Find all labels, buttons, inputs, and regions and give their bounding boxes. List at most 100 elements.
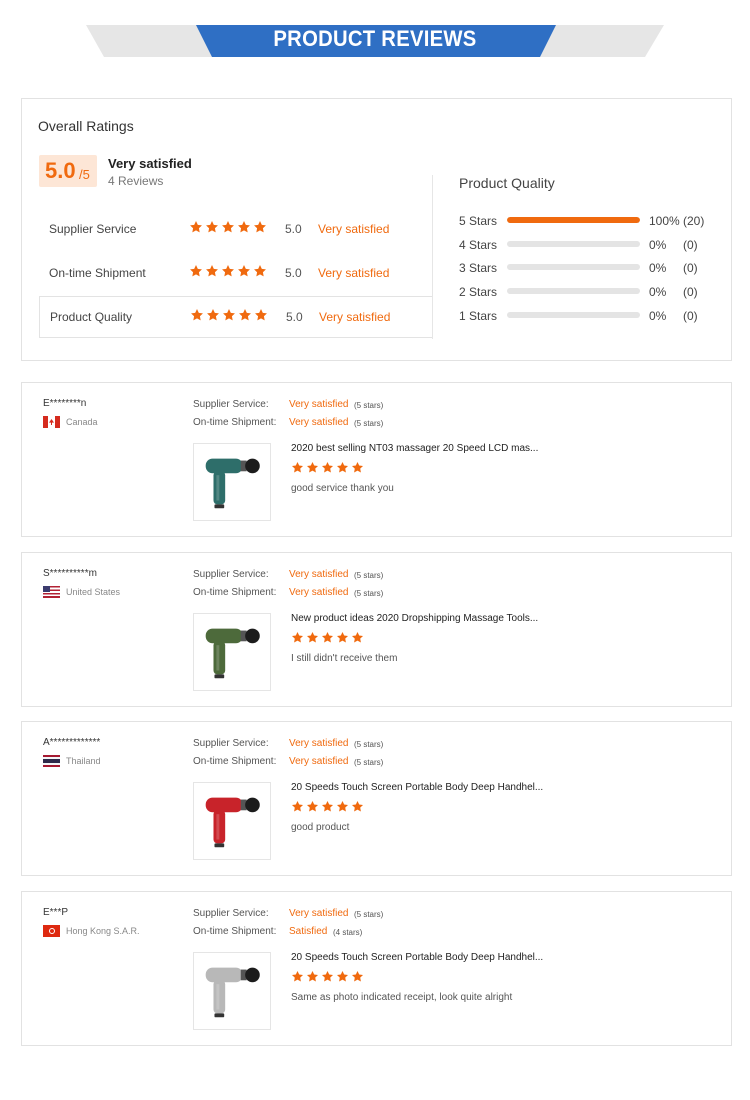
- star-icon: [321, 631, 334, 644]
- product-thumbnail[interactable]: [193, 443, 271, 521]
- star-rating: [190, 308, 268, 322]
- rating-row-ontime-shipment[interactable]: On-time Shipment 5.0 Very satisfied: [39, 253, 432, 295]
- flag-hongkong-icon: [43, 925, 60, 937]
- rating-score: 5.0: [285, 266, 302, 280]
- product-thumbnail[interactable]: [193, 782, 271, 860]
- overall-score: 5.0: [45, 158, 76, 183]
- reviewer-country: Hong Kong S.A.R.: [43, 925, 140, 937]
- shipment-label: On-time Shipment:: [193, 926, 277, 937]
- star-icon: [336, 631, 349, 644]
- rating-label: On-time Shipment: [49, 266, 146, 280]
- rating-score: 5.0: [285, 222, 302, 236]
- rating-label: Supplier Service: [49, 222, 137, 236]
- product-title-link[interactable]: New product ideas 2020 Dropshipping Mass…: [291, 613, 538, 624]
- country-name: Thailand: [66, 756, 101, 766]
- flag-thailand-icon: [43, 755, 60, 767]
- quality-row-bar: [507, 264, 640, 271]
- massage-gun-image: [205, 797, 260, 848]
- overall-ratings-heading: Overall Ratings: [38, 118, 134, 134]
- quality-row: 2 Stars 0% (0): [459, 284, 719, 300]
- reviewer-name: A*************: [43, 737, 101, 748]
- star-icon: [351, 800, 364, 813]
- shipment-stars: (4 stars): [333, 928, 363, 937]
- star-icon: [336, 461, 349, 474]
- quality-row-count: (0): [683, 261, 698, 276]
- quality-row-label: 3 Stars: [459, 261, 498, 276]
- shipment-stars: (5 stars): [354, 589, 384, 598]
- star-icon: [351, 461, 364, 474]
- star-icon: [336, 800, 349, 813]
- review-star-rating: [291, 461, 364, 474]
- star-icon: [321, 461, 334, 474]
- star-icon: [253, 220, 267, 234]
- star-icon: [321, 800, 334, 813]
- banner-title: PRODUCT REVIEWS: [273, 26, 477, 51]
- quality-row-bar-fill: [507, 217, 640, 223]
- quality-row-percent: 0%: [649, 308, 667, 323]
- overall-score-badge: 5.0 /5: [39, 155, 97, 187]
- star-icon: [205, 264, 219, 278]
- overall-satisfaction: Very satisfied: [108, 156, 192, 171]
- quality-row: 3 Stars 0% (0): [459, 260, 719, 276]
- quality-row: 1 Stars 0% (0): [459, 308, 719, 324]
- supplier-service-label: Supplier Service:: [193, 399, 269, 410]
- supplier-service-value: Very satisfied: [289, 738, 349, 749]
- supplier-service-label: Supplier Service:: [193, 738, 269, 749]
- country-name: Hong Kong S.A.R.: [66, 926, 140, 936]
- star-icon: [221, 220, 235, 234]
- star-icon: [336, 970, 349, 983]
- supplier-service-value: Very satisfied: [289, 908, 349, 919]
- overall-ratings-card: Overall Ratings 5.0 /5 Very satisfied 4 …: [21, 98, 732, 361]
- rating-text: Very satisfied: [318, 266, 390, 280]
- review-star-rating: [291, 970, 364, 983]
- star-icon: [291, 631, 304, 644]
- reviewer-country: Canada: [43, 416, 98, 428]
- rating-row-supplier-service[interactable]: Supplier Service 5.0 Very satisfied: [39, 209, 432, 251]
- reviewer-name: E********n: [43, 398, 87, 409]
- star-icon: [351, 631, 364, 644]
- massage-gun-image: [205, 458, 260, 509]
- star-rating: [189, 264, 267, 278]
- supplier-service-stars: (5 stars): [354, 740, 384, 749]
- supplier-service-stars: (5 stars): [354, 571, 384, 580]
- supplier-service-stars: (5 stars): [354, 910, 384, 919]
- rating-row-product-quality[interactable]: Product Quality 5.0 Very satisfied: [39, 296, 432, 338]
- country-name: United States: [66, 587, 121, 597]
- quality-row-label: 5 Stars: [459, 214, 498, 228]
- review-comment: I still didn't receive them: [291, 653, 398, 664]
- star-icon: [321, 970, 334, 983]
- star-rating: [189, 220, 267, 234]
- star-icon: [254, 308, 268, 322]
- country-name: Canada: [66, 417, 98, 427]
- shipment-stars: (5 stars): [354, 758, 384, 767]
- review-comment: good service thank you: [291, 483, 394, 494]
- star-icon: [237, 220, 251, 234]
- product-quality-title: Product Quality: [459, 175, 555, 191]
- supplier-service-value: Very satisfied: [289, 569, 349, 580]
- product-title-link[interactable]: 2020 best selling NT03 massager 20 Speed…: [291, 443, 538, 454]
- star-icon: [205, 220, 219, 234]
- star-icon: [306, 631, 319, 644]
- product-title-link[interactable]: 20 Speeds Touch Screen Portable Body Dee…: [291, 782, 543, 793]
- reviewer-name: E***P: [43, 907, 69, 918]
- star-icon: [291, 800, 304, 813]
- reviews-banner: PRODUCT REVIEWS: [0, 0, 750, 80]
- quality-row-bar: [507, 311, 640, 318]
- quality-row-bar: [507, 240, 640, 247]
- shipment-value: Satisfied: [289, 926, 328, 937]
- product-thumbnail[interactable]: [193, 952, 271, 1030]
- review-card: A************* Thailand Supplier Service: V…: [21, 721, 732, 876]
- star-icon: [306, 800, 319, 813]
- rating-score: 5.0: [286, 310, 303, 324]
- shipment-value: Very satisfied: [289, 417, 349, 428]
- massage-gun-image: [205, 967, 260, 1018]
- panel-divider: [432, 175, 433, 339]
- review-star-rating: [291, 631, 364, 644]
- quality-row-count: (20): [683, 214, 705, 228]
- shipment-stars: (5 stars): [354, 419, 384, 428]
- product-thumbnail[interactable]: [193, 613, 271, 691]
- quality-row-label: 2 Stars: [459, 285, 498, 300]
- review-star-rating: [291, 800, 364, 813]
- quality-row-percent: 0%: [649, 261, 667, 276]
- product-title-link[interactable]: 20 Speeds Touch Screen Portable Body Dee…: [291, 952, 543, 963]
